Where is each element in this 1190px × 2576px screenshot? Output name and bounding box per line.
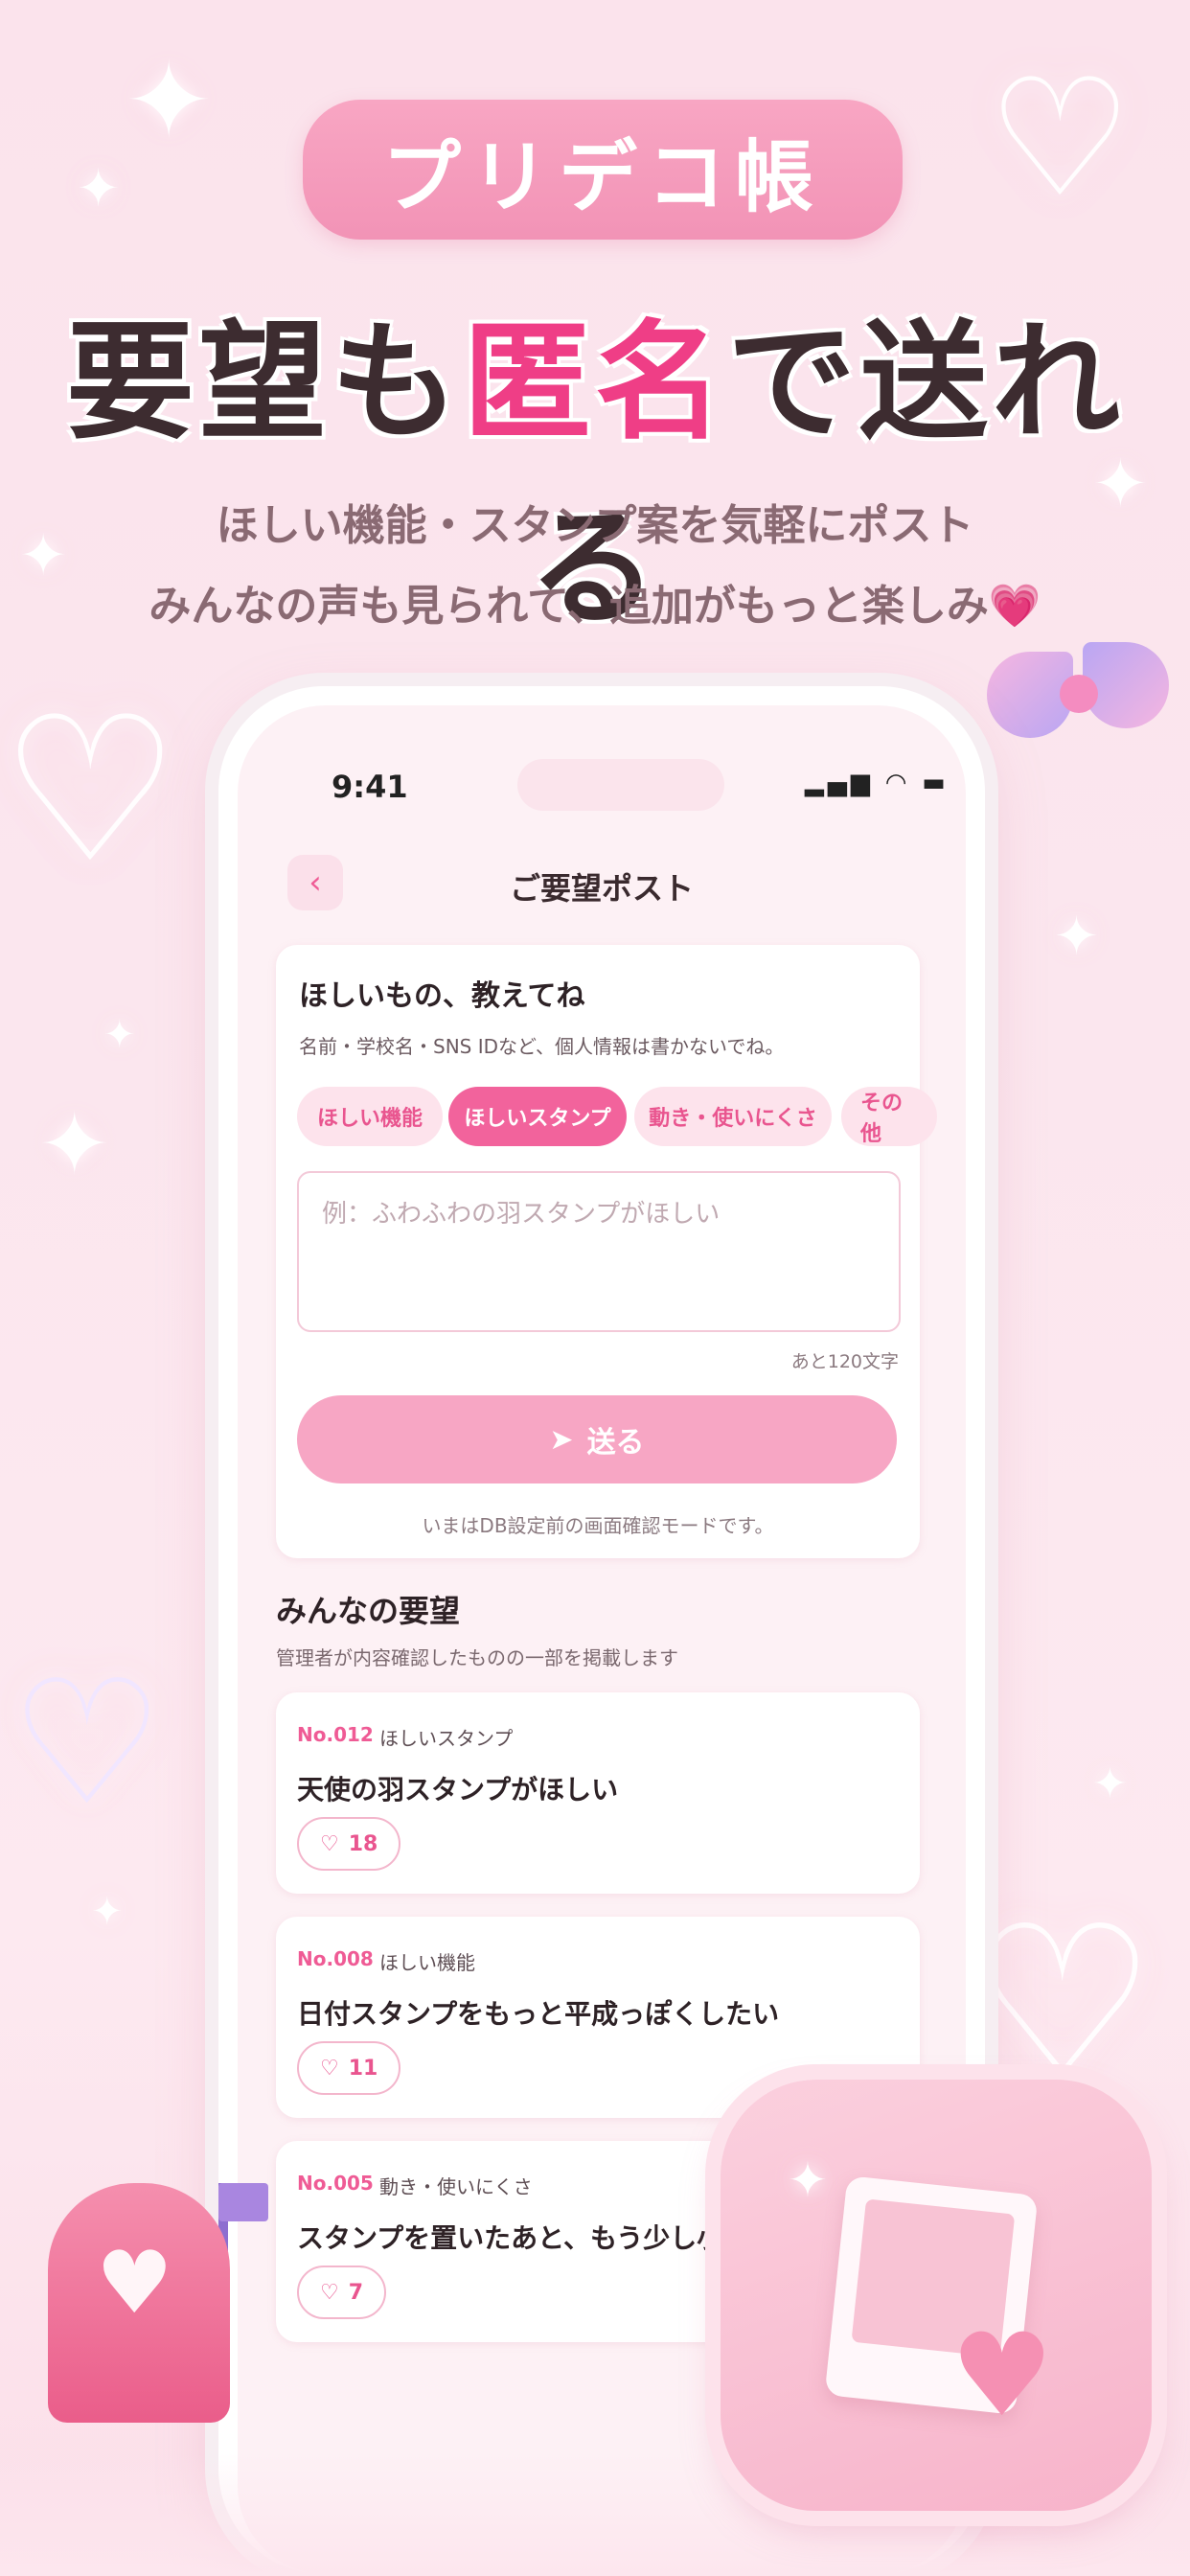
request-category: ほしい機能	[379, 1951, 475, 1974]
dynamic-island	[517, 759, 724, 811]
status-time: 9:41	[332, 769, 408, 805]
send-label: 送る	[586, 1426, 645, 1460]
like-button[interactable]: ♡ 11	[297, 2041, 401, 2095]
sparkle-icon: ✦	[788, 2152, 828, 2208]
heart-icon: ♥	[96, 2233, 173, 2334]
app-icon: ✦ ♥	[721, 2080, 1152, 2511]
battery-icon: ▬	[922, 769, 950, 797]
like-count: 18	[348, 1831, 378, 1856]
request-number: No.012	[297, 1723, 374, 1746]
heart-icon: ♥	[950, 2310, 1054, 2443]
request-text: 日付スタンプをもっと平成っぽくしたい	[297, 1998, 780, 2030]
ribbon-bow-icon	[987, 632, 1169, 776]
category-chip-usability[interactable]: 動き・使いにくさ	[634, 1087, 832, 1146]
requests-note: 管理者が内容確認したものの一部を掲載します	[276, 1646, 678, 1669]
heart-icon: ♡	[320, 2280, 339, 2305]
heart-outline-icon: ♡	[10, 1644, 165, 1844]
status-icons: ▂▄▆ ◠ ▬	[805, 769, 950, 797]
wifi-icon: ◠	[886, 769, 910, 797]
paper-plane-icon: ➤	[549, 1422, 574, 1457]
category-chip-stamp[interactable]: ほしいスタンプ	[448, 1087, 627, 1146]
form-title: ほしいもの、教えてね	[299, 979, 585, 1013]
category-chip-feature[interactable]: ほしい機能	[297, 1087, 443, 1146]
sparkle-icon: ✦	[38, 1094, 111, 1195]
heart-icon: ♡	[320, 2056, 339, 2081]
headline-highlight: 匿名	[462, 308, 727, 457]
sparkle-icon: ✦	[103, 1013, 136, 1057]
page-title: ご要望ポスト	[509, 870, 694, 907]
subtext-line-2: みんなの声も見られて、追加がもっと楽しみ💗	[149, 582, 1041, 631]
like-button[interactable]: ♡ 7	[297, 2266, 387, 2319]
char-counter: あと120文字	[790, 1351, 899, 1372]
mode-note: いまはDB設定前の画面確認モードです。	[422, 1514, 774, 1537]
requests-title: みんなの要望	[276, 1593, 461, 1629]
headline-pre: 要望も	[65, 308, 463, 457]
heart-outline-icon: ♡	[0, 673, 181, 908]
sparkle-icon: ✦	[91, 1890, 124, 1934]
request-item[interactable]: No.012 ほしいスタンプ 天使の羽スタンプがほしい ♡ 18	[276, 1692, 920, 1894]
brand-name: プリデコ帳	[381, 131, 823, 223]
sparkle-icon: ✦	[1054, 906, 1099, 968]
heart-icon: ♡	[320, 1831, 339, 1856]
subtext-line-1: ほしい機能・スタンプ案を気軽にポスト	[216, 501, 974, 550]
category-chip-other[interactable]: その他	[841, 1087, 937, 1146]
request-number: No.005	[297, 2172, 374, 2195]
brand-pill: プリデコ帳	[303, 100, 903, 240]
mailbox-illustration: ♥	[48, 2183, 268, 2432]
textarea-placeholder: 例：ふわふわの羽スタンプがほしい	[322, 1200, 721, 1229]
request-number: No.008	[297, 1947, 374, 1970]
heart-outline-icon: ♡	[987, 44, 1133, 234]
form-note: 名前・学校名・SNS IDなど、個人情報は書かないでね。	[299, 1035, 785, 1058]
like-button[interactable]: ♡ 18	[297, 1817, 401, 1871]
request-textarea[interactable]: 例：ふわふわの羽スタンプがほしい	[297, 1171, 901, 1332]
request-form-card: ほしいもの、教えてね 名前・学校名・SNS IDなど、個人情報は書かないでね。 …	[276, 945, 937, 1558]
request-category: 動き・使いにくさ	[379, 2175, 533, 2198]
sparkle-icon: ✦	[1092, 1760, 1128, 1808]
sparkle-icon: ✦	[77, 158, 121, 218]
signal-icon: ▂▄▆	[805, 769, 874, 797]
request-category: ほしいスタンプ	[379, 1727, 514, 1750]
mailbox-flag-icon	[218, 2183, 268, 2221]
heart-outline-icon: ♡	[968, 1880, 1157, 2126]
like-count: 7	[348, 2280, 364, 2305]
like-count: 11	[348, 2056, 378, 2081]
request-text: 天使の羽スタンプがほしい	[297, 1774, 619, 1806]
sparkle-icon: ✦	[125, 39, 214, 162]
send-button[interactable]: ➤ 送る	[297, 1395, 897, 1484]
request-text: スタンプを置いたあと、もう少し小さく	[297, 2222, 778, 2254]
